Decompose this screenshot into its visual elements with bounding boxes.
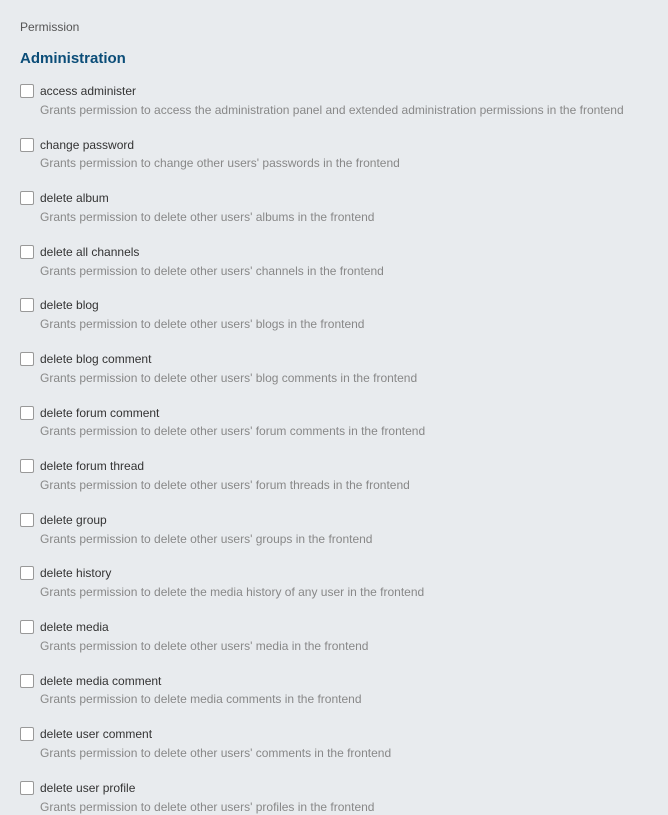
permission-item: delete media Grants permission to delete … bbox=[20, 619, 648, 655]
permission-checkbox[interactable] bbox=[20, 620, 34, 634]
permission-name: delete history bbox=[40, 565, 424, 582]
permission-item: delete forum commentGrants permission to… bbox=[20, 405, 648, 441]
permission-item: delete forum thread Grants permission to … bbox=[20, 458, 648, 494]
permission-name: change password bbox=[40, 137, 400, 154]
permission-description: Grants permission to delete other users'… bbox=[40, 799, 374, 815]
permission-name: delete forum comment bbox=[40, 405, 425, 422]
permission-checkbox[interactable] bbox=[20, 138, 34, 152]
permission-checkbox[interactable] bbox=[20, 406, 34, 420]
permission-text: delete blog Grants permission to delete o… bbox=[40, 297, 364, 333]
permission-description: Grants permission to delete media commen… bbox=[40, 691, 362, 708]
permission-name: delete group bbox=[40, 512, 372, 529]
permission-text: delete all channels Grants permission to … bbox=[40, 244, 384, 280]
permission-description: Grants permission to delete other users'… bbox=[40, 370, 417, 387]
permission-name: delete all channels bbox=[40, 244, 384, 261]
permission-item: delete all channels Grants permission to … bbox=[20, 244, 648, 280]
permission-item: delete group Grants permission to delete … bbox=[20, 512, 648, 548]
permission-name: delete user profile bbox=[40, 780, 374, 797]
permission-description: Grants permission to delete other users'… bbox=[40, 316, 364, 333]
permission-checkbox[interactable] bbox=[20, 84, 34, 98]
permission-text: delete user profile Grants permission to … bbox=[40, 780, 374, 815]
permission-checkbox[interactable] bbox=[20, 513, 34, 527]
permission-description: Grants permission to delete other users'… bbox=[40, 638, 368, 655]
section-title-administration: Administration bbox=[20, 50, 648, 67]
permission-text: delete media Grants permission to delete … bbox=[40, 619, 368, 655]
permission-checkbox[interactable] bbox=[20, 459, 34, 473]
permission-text: access administer Grants permission to ac… bbox=[40, 83, 624, 119]
permission-item: delete media commentGrants permission to… bbox=[20, 673, 648, 709]
permission-text: delete user comment Grants permission to … bbox=[40, 726, 391, 762]
permission-description: Grants permission to access the administ… bbox=[40, 102, 624, 119]
permission-description: Grants permission to delete other users'… bbox=[40, 209, 374, 226]
permission-item: delete history Grants permission to delet… bbox=[20, 565, 648, 601]
permission-description: Grants permission to delete other users'… bbox=[40, 423, 425, 440]
permission-item: delete album Grants permission to delete … bbox=[20, 190, 648, 226]
permission-item: access administer Grants permission to ac… bbox=[20, 83, 648, 119]
permission-text: delete forum thread Grants permission to … bbox=[40, 458, 410, 494]
permission-description: Grants permission to delete the media hi… bbox=[40, 584, 424, 601]
permission-name: delete user comment bbox=[40, 726, 391, 743]
permission-name: delete blog bbox=[40, 297, 364, 314]
permission-item: change passwordGrants permission to chan… bbox=[20, 137, 648, 173]
permission-name: delete album bbox=[40, 190, 374, 207]
permission-checkbox[interactable] bbox=[20, 566, 34, 580]
permission-item: delete user profile Grants permission to … bbox=[20, 780, 648, 815]
permission-name: delete media comment bbox=[40, 673, 362, 690]
permission-checkbox[interactable] bbox=[20, 245, 34, 259]
permission-text: delete forum commentGrants permission to… bbox=[40, 405, 425, 441]
permission-name: access administer bbox=[40, 83, 624, 100]
permission-description: Grants permission to delete other users'… bbox=[40, 263, 384, 280]
permission-item: delete blog comment Grants permission to … bbox=[20, 351, 648, 387]
permission-text: delete group Grants permission to delete … bbox=[40, 512, 372, 548]
permission-list: access administer Grants permission to ac… bbox=[20, 83, 648, 815]
permission-checkbox[interactable] bbox=[20, 674, 34, 688]
permission-item: delete user comment Grants permission to … bbox=[20, 726, 648, 762]
permission-description: Grants permission to delete other users'… bbox=[40, 745, 391, 762]
permission-name: delete media bbox=[40, 619, 368, 636]
permission-checkbox[interactable] bbox=[20, 727, 34, 741]
permission-name: delete forum thread bbox=[40, 458, 410, 475]
permission-description: Grants permission to delete other users'… bbox=[40, 477, 410, 494]
permission-text: change passwordGrants permission to chan… bbox=[40, 137, 400, 173]
permission-checkbox[interactable] bbox=[20, 352, 34, 366]
permission-description: Grants permission to change other users'… bbox=[40, 155, 400, 172]
permission-text: delete album Grants permission to delete … bbox=[40, 190, 374, 226]
permission-text: delete history Grants permission to delet… bbox=[40, 565, 424, 601]
permission-item: delete blog Grants permission to delete o… bbox=[20, 297, 648, 333]
permission-checkbox[interactable] bbox=[20, 191, 34, 205]
permission-description: Grants permission to delete other users'… bbox=[40, 531, 372, 548]
permission-text: delete blog comment Grants permission to … bbox=[40, 351, 417, 387]
permission-checkbox[interactable] bbox=[20, 298, 34, 312]
column-header-permission: Permission bbox=[20, 20, 648, 34]
permission-text: delete media commentGrants permission to… bbox=[40, 673, 362, 709]
permission-name: delete blog comment bbox=[40, 351, 417, 368]
permission-checkbox[interactable] bbox=[20, 781, 34, 795]
